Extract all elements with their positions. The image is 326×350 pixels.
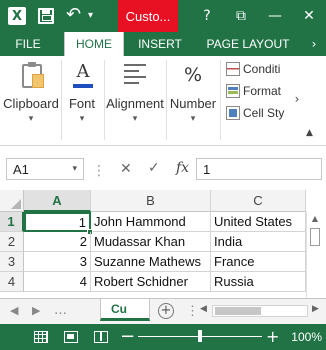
horizontal-scroll-thumb[interactable] <box>215 307 261 315</box>
scroll-left-icon[interactable]: ◀ <box>200 304 207 314</box>
row-header-2[interactable]: 2 <box>0 232 24 252</box>
ribbon: Clipboard ▾ A Font ▾ Alignment ▾ % Numbe… <box>0 56 326 146</box>
tab-file[interactable]: FILE <box>8 32 48 56</box>
formula-input[interactable]: 1 <box>196 158 322 180</box>
ribbon-tabs: FILE HOME INSERT PAGE LAYOUT › <box>0 32 326 56</box>
tab-insert[interactable]: INSERT <box>128 32 192 56</box>
tab-home[interactable]: HOME <box>64 32 124 56</box>
window-title-tab[interactable]: Custo... <box>118 0 178 32</box>
collapse-ribbon-icon[interactable]: ▲ <box>306 128 313 138</box>
cell-c4[interactable]: Russia <box>211 272 306 292</box>
name-box[interactable]: A1 ▾ <box>6 158 84 180</box>
undo-icon[interactable]: ↶ <box>66 5 84 25</box>
save-icon[interactable] <box>38 8 54 24</box>
conditional-formatting-icon <box>226 62 240 76</box>
ribbon-display-options-icon[interactable]: ⧉ <box>224 0 258 32</box>
more-sheets-icon[interactable]: … <box>54 303 67 318</box>
conditional-formatting-button[interactable]: Conditi <box>226 59 290 79</box>
page-break-view-icon[interactable] <box>94 331 108 343</box>
select-all-button[interactable] <box>0 190 24 212</box>
row-header-3[interactable]: 3 <box>0 252 24 272</box>
cell-b2[interactable]: Mudassar Khan <box>91 232 211 252</box>
cell-b1[interactable]: John Hammond <box>91 212 211 232</box>
vertical-scroll-thumb[interactable] <box>310 228 320 246</box>
zoom-level[interactable]: 100% <box>278 330 322 344</box>
scroll-up-icon[interactable]: ▲ <box>307 212 323 226</box>
divider <box>166 60 167 140</box>
vertical-scrollbar[interactable]: ▲ <box>306 212 322 298</box>
row-header-4[interactable]: 4 <box>0 272 24 292</box>
previous-sheet-icon[interactable]: ◀ <box>10 304 18 317</box>
cell-styles-icon <box>226 106 240 120</box>
normal-view-icon[interactable] <box>34 331 48 343</box>
add-sheet-icon[interactable]: + <box>158 303 174 319</box>
chevron-down-icon: ▾ <box>79 114 85 124</box>
clipboard-icon <box>22 62 44 88</box>
percent-icon: % <box>183 64 203 86</box>
cell-b4[interactable]: Robert Schidner <box>91 272 211 292</box>
number-label: Number <box>169 96 217 111</box>
cell-a2[interactable]: 2 <box>24 232 91 252</box>
sheet-tab-bar: ◀ ▶ … Cu + ⋮ ◀ ▶ <box>0 298 326 324</box>
insert-function-button[interactable]: fx <box>176 160 189 176</box>
font-group[interactable]: A Font ▾ <box>62 56 102 144</box>
worksheet-grid: A B C 1 1 John Hammond United States 2 2… <box>0 190 326 298</box>
cell-a3[interactable]: 3 <box>24 252 91 272</box>
status-bar: − + 100% <box>0 324 326 350</box>
font-icon: A <box>72 62 94 90</box>
enter-icon[interactable]: ✓ <box>148 160 160 176</box>
divider <box>104 60 105 140</box>
tabs-scroll-right-icon[interactable]: › <box>306 32 322 56</box>
divider <box>220 60 221 140</box>
tab-split-handle[interactable]: ⋮ <box>186 303 199 319</box>
clipboard-label: Clipboard <box>3 96 59 111</box>
scroll-right-icon[interactable]: ▶ <box>312 304 319 314</box>
column-header-a[interactable]: A <box>24 190 91 212</box>
formula-bar-area: A1 ▾ ⋮ ✕ ✓ fx 1 <box>0 146 326 190</box>
horizontal-scrollbar[interactable] <box>212 305 308 317</box>
format-table-icon <box>226 84 240 98</box>
title-bar: X ↶ ▾ Custo... ? ⧉ — ✕ <box>0 0 326 32</box>
format-as-table-button[interactable]: Format <box>226 81 290 101</box>
column-header-b[interactable]: B <box>91 190 211 212</box>
cell-a1[interactable]: 1 <box>24 212 91 232</box>
styles-group: Conditi Format Cell Sty <box>222 56 290 144</box>
page-layout-view-icon[interactable] <box>64 331 78 343</box>
cell-a4[interactable]: 4 <box>24 272 91 292</box>
cancel-icon[interactable]: ✕ <box>120 161 132 177</box>
sheet-tab-active[interactable]: Cu <box>100 299 150 321</box>
undo-dropdown-icon[interactable]: ▾ <box>88 6 98 26</box>
cell-styles-button[interactable]: Cell Sty <box>226 103 290 123</box>
alignment-label: Alignment <box>106 96 164 111</box>
clipboard-group[interactable]: Clipboard ▾ <box>2 56 60 144</box>
zoom-out-button[interactable]: − <box>120 326 135 347</box>
alignment-icon <box>124 64 146 86</box>
zoom-slider-thumb[interactable] <box>198 330 202 342</box>
minimize-button[interactable]: — <box>258 0 292 32</box>
cell-b3[interactable]: Suzanne Mathews <box>91 252 211 272</box>
ribbon-scroll-right-icon[interactable]: › <box>290 92 304 106</box>
excel-logo-icon[interactable]: X <box>8 7 26 25</box>
help-button[interactable]: ? <box>190 0 224 32</box>
next-sheet-icon[interactable]: ▶ <box>32 304 40 317</box>
alignment-group[interactable]: Alignment ▾ <box>106 56 164 144</box>
chevron-down-icon[interactable]: ▾ <box>72 164 77 174</box>
chevron-down-icon: ▾ <box>28 114 34 124</box>
chevron-down-icon: ▾ <box>190 114 196 124</box>
font-label: Font <box>68 96 95 111</box>
chevron-down-icon: ▾ <box>132 114 138 124</box>
column-header-c[interactable]: C <box>211 190 306 212</box>
number-group[interactable]: % Number ▾ <box>168 56 218 144</box>
row-header-1[interactable]: 1 <box>0 212 24 232</box>
cell-c1[interactable]: United States <box>211 212 306 232</box>
cell-c3[interactable]: France <box>211 252 306 272</box>
cell-c2[interactable]: India <box>211 232 306 252</box>
tab-page-layout[interactable]: PAGE LAYOUT <box>196 32 300 56</box>
formula-bar-resize-handle[interactable]: ⋮ <box>92 163 107 179</box>
close-button[interactable]: ✕ <box>292 0 326 32</box>
